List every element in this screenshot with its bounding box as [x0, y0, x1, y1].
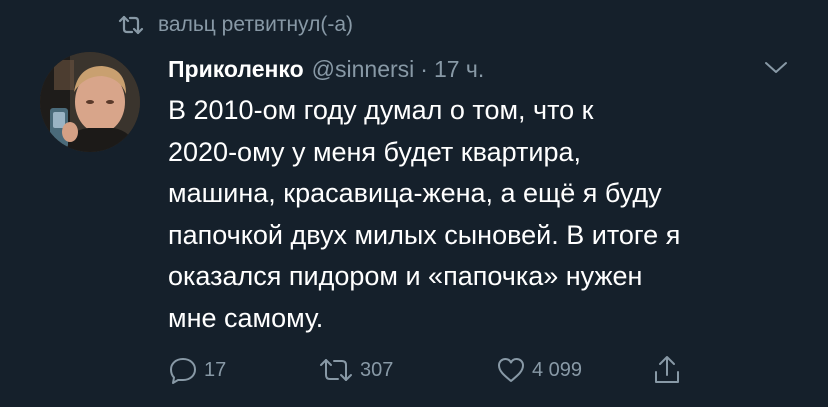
- tweet-text-line: машина, красавица-жена, а ещё я буду: [168, 178, 662, 208]
- timestamp[interactable]: 17 ч.: [434, 56, 484, 83]
- share-button[interactable]: [652, 352, 682, 388]
- tweet-text-line: мне самому.: [168, 302, 324, 333]
- avatar-photo: [40, 52, 140, 152]
- separator-dot: ·: [420, 55, 428, 82]
- retweet-icon: [318, 356, 354, 384]
- tweet-text-line: 2020-ому у меня будет квартира,: [168, 136, 582, 167]
- chevron-down-icon[interactable]: [762, 56, 790, 78]
- display-name[interactable]: Приколенко: [168, 56, 304, 83]
- retweet-count: 307: [360, 358, 394, 381]
- retweet-context[interactable]: вальц ретвитнул(-а): [118, 10, 353, 40]
- tweet-text-line: В 2010-ом году думал о том, что к: [168, 95, 594, 125]
- retweet-context-text: вальц ретвитнул(-а): [158, 13, 353, 36]
- tweet-header: Приколенко @sinnersi · 17 ч.: [168, 52, 484, 86]
- avatar[interactable]: [40, 52, 140, 152]
- share-icon: [652, 354, 682, 386]
- retweet-button[interactable]: 307: [318, 352, 393, 388]
- tweet-text-line: оказался пидором и «папочка» нужен: [168, 261, 643, 291]
- retweet-icon: [118, 15, 144, 35]
- reply-count: 17: [204, 358, 227, 381]
- like-count: 4 099: [532, 358, 583, 381]
- tweet-text-line: папочкой двух милых сыновей. В итоге я: [168, 219, 681, 250]
- user-handle[interactable]: @sinnersi: [312, 56, 415, 83]
- tweet-actions: 17 307 4 099: [168, 352, 728, 388]
- tweet-text: В 2010-ом году думал о том, что к 2020-о…: [168, 90, 808, 339]
- reply-button[interactable]: 17: [168, 352, 226, 388]
- like-button[interactable]: 4 099: [496, 352, 582, 388]
- heart-icon: [496, 356, 526, 384]
- reply-icon: [168, 355, 198, 385]
